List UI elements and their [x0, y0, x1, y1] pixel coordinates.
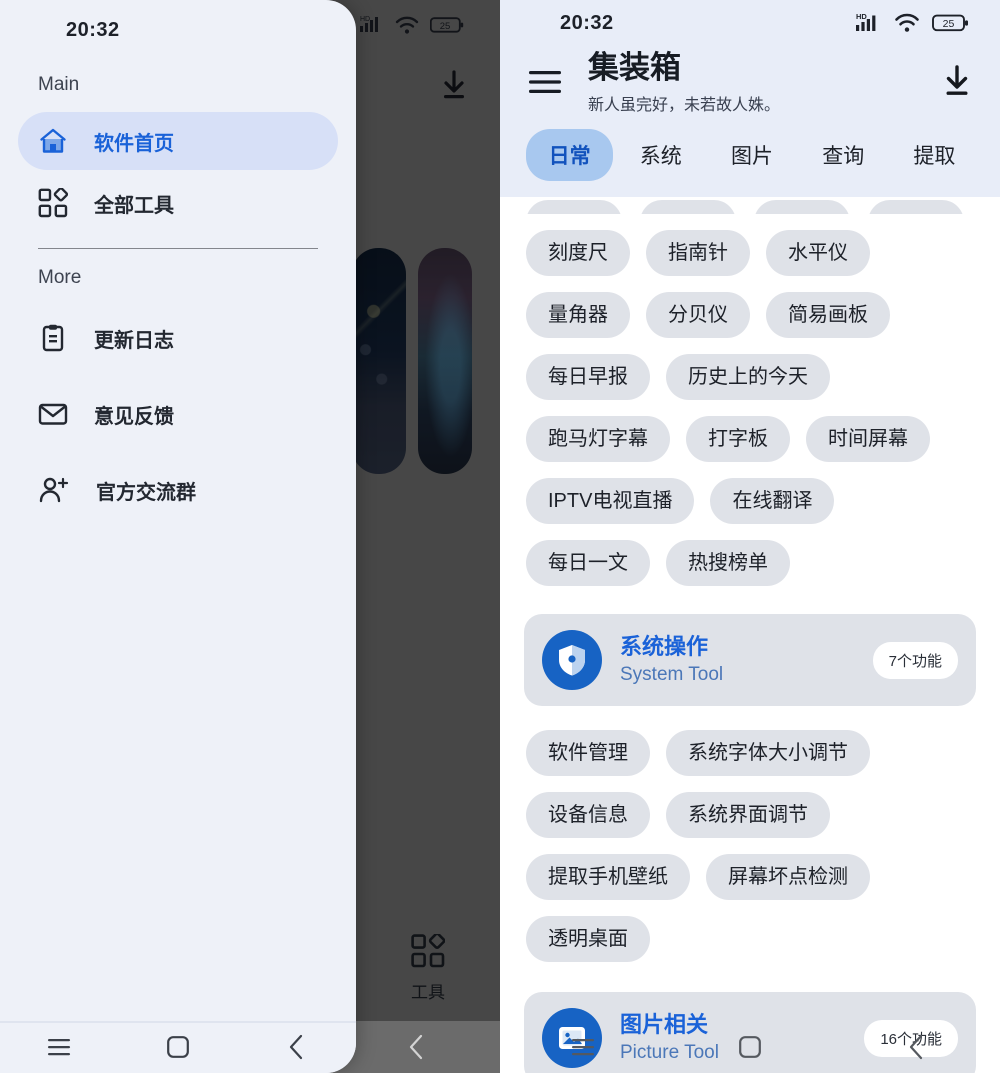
recents-icon — [572, 1039, 595, 1056]
category-count-badge: 7个功能 — [872, 641, 958, 679]
clipped-chip-row — [500, 200, 1000, 214]
navbar-top-line — [0, 1021, 356, 1023]
title-group: 集装箱 新人虽完好，未若故人姝。 — [588, 50, 916, 115]
tool-chip[interactable]: 在线翻译 — [710, 478, 835, 524]
category-subtitle: System Tool — [620, 664, 724, 686]
tool-chip[interactable]: 屏幕坏点检测 — [706, 854, 870, 900]
drawer-nav-recents[interactable] — [0, 1036, 119, 1058]
drawer-nav-back[interactable] — [237, 1034, 356, 1060]
tab-system[interactable]: 系统 — [617, 129, 704, 181]
home-icon — [40, 128, 66, 153]
tool-chip[interactable]: 水平仪 — [766, 230, 870, 276]
tab-query[interactable]: 查询 — [800, 129, 887, 181]
clipped-chip — [754, 200, 850, 214]
tab-extract[interactable]: 提取 — [891, 129, 978, 181]
download-icon[interactable] — [942, 65, 972, 99]
right-nav-recents[interactable] — [500, 1036, 667, 1058]
tool-chip[interactable]: 跑马灯字幕 — [526, 416, 670, 462]
clipped-chip — [868, 200, 964, 214]
right-nav-back[interactable] — [833, 1034, 1000, 1060]
category-name: 系统操作 — [620, 633, 709, 659]
right-system-navbar — [500, 1021, 1000, 1073]
category-card-system[interactable]: 系统操作 System Tool 7个功能 — [524, 614, 976, 706]
hamburger-menu-icon[interactable] — [528, 69, 562, 95]
dual-screenshot: HD 20:32 25 — [0, 0, 1000, 1073]
tool-list-scroll-area[interactable]: 刻度尺 指南针 水平仪 量角器 分贝仪 简易画板 每日早报 历史上的今天 跑马灯… — [500, 200, 1000, 1073]
clipped-chip — [640, 200, 736, 214]
tool-chip[interactable]: 透明桌面 — [526, 916, 650, 962]
sidebar-item-home[interactable]: 软件首页 — [18, 112, 338, 170]
page-subtitle: 新人虽完好，未若故人姝。 — [588, 96, 781, 114]
left-nav-back[interactable] — [333, 1034, 500, 1060]
drawer-system-navbar — [0, 1021, 356, 1073]
shield-icon — [559, 645, 585, 676]
left-screen: HD 20:32 25 — [0, 0, 500, 1073]
drawer-status-time: 20:32 — [66, 18, 120, 41]
tool-chip[interactable]: 刻度尺 — [526, 230, 630, 276]
drawer-nav-home[interactable] — [119, 1035, 238, 1059]
sidebar-item-changelog[interactable]: 更新日志 — [18, 309, 338, 367]
tool-chip[interactable]: 提取手机壁纸 — [526, 854, 690, 900]
person-add-icon — [39, 477, 69, 503]
right-nav-home[interactable] — [667, 1035, 834, 1059]
category-icon-wrapper — [542, 630, 602, 690]
sidebar-item-changelog-label: 更新日志 — [94, 329, 174, 352]
tool-chip[interactable]: 设备信息 — [526, 792, 650, 838]
drawer-divider — [38, 248, 318, 249]
tool-chip[interactable]: 软件管理 — [526, 730, 650, 776]
tool-chip[interactable]: 系统字体大小调节 — [666, 730, 870, 776]
tool-chip[interactable]: IPTV电视直播 — [526, 478, 695, 524]
section-daily-chips: 刻度尺 指南针 水平仪 量角器 分贝仪 简易画板 每日早报 历史上的今天 跑马灯… — [500, 214, 1000, 592]
drawer-section-main-label: Main — [38, 74, 80, 95]
tool-chip[interactable]: 每日早报 — [526, 354, 650, 400]
changelog-icon — [42, 324, 64, 352]
home-square-icon — [167, 1036, 189, 1058]
tool-chip[interactable]: 每日一文 — [526, 540, 650, 586]
navigation-drawer: 20:32 Main 软件首页 全部工具 More 更新日志 意见反馈 官方交流… — [0, 0, 356, 1073]
sidebar-item-official-group-label: 官方交流群 — [96, 481, 196, 504]
category-tabs: 日常 系统 图片 查询 提取 — [500, 117, 1000, 189]
recents-icon — [48, 1039, 71, 1056]
back-chevron-icon — [909, 1034, 922, 1060]
tool-chip[interactable]: 简易画板 — [766, 292, 890, 338]
tool-chip[interactable]: 量角器 — [526, 292, 630, 338]
clipped-chip — [526, 200, 622, 214]
sidebar-item-feedback[interactable]: 意见反馈 — [18, 385, 338, 443]
app-header: 20:32 HD 25 集装箱 新人虽完好，未若故人姝。 日常 系统 图片 查询… — [500, 0, 1000, 197]
back-chevron-icon — [409, 1034, 422, 1060]
network-type-label: HD — [856, 12, 867, 21]
tool-chip[interactable]: 打字板 — [686, 416, 790, 462]
mail-icon — [38, 403, 68, 425]
tool-chip[interactable]: 指南针 — [646, 230, 750, 276]
status-time: 20:32 — [560, 11, 614, 34]
tool-chip[interactable]: 分贝仪 — [646, 292, 750, 338]
right-screen: 20:32 HD 25 集装箱 新人虽完好，未若故人姝。 日常 系统 图片 查询… — [500, 0, 1000, 1073]
page-title: 集装箱 — [588, 50, 681, 85]
tool-chip[interactable]: 时间屏幕 — [806, 416, 930, 462]
sidebar-item-all-tools[interactable]: 全部工具 — [18, 174, 338, 232]
status-icons: HD 25 — [856, 11, 970, 35]
home-square-icon — [739, 1036, 761, 1058]
tab-daily[interactable]: 日常 — [526, 128, 614, 181]
sidebar-item-feedback-label: 意见反馈 — [94, 405, 174, 428]
section-system-chips: 软件管理 系统字体大小调节 设备信息 系统界面调节 提取手机壁纸 屏幕坏点检测 … — [500, 710, 1000, 968]
wifi-icon — [895, 13, 919, 32]
category-text-system: 系统操作 System Tool — [620, 634, 855, 686]
grid-apps-icon — [38, 188, 68, 218]
title-bar: 集装箱 新人虽完好，未若故人姝。 — [500, 46, 1000, 117]
tool-chip[interactable]: 历史上的今天 — [666, 354, 830, 400]
sidebar-item-home-label: 软件首页 — [94, 132, 174, 155]
status-bar: 20:32 HD 25 — [500, 0, 1000, 46]
sidebar-item-all-tools-label: 全部工具 — [94, 194, 174, 217]
battery-level: 25 — [943, 18, 955, 30]
drawer-section-more-label: More — [38, 267, 82, 288]
tab-picture[interactable]: 图片 — [708, 129, 795, 181]
battery-icon: 25 — [932, 14, 968, 32]
back-chevron-icon — [289, 1034, 302, 1060]
tool-chip[interactable]: 系统界面调节 — [666, 792, 830, 838]
signal-icon: HD — [856, 12, 876, 31]
sidebar-item-official-group[interactable]: 官方交流群 — [18, 461, 338, 519]
tool-chip[interactable]: 热搜榜单 — [666, 540, 790, 586]
